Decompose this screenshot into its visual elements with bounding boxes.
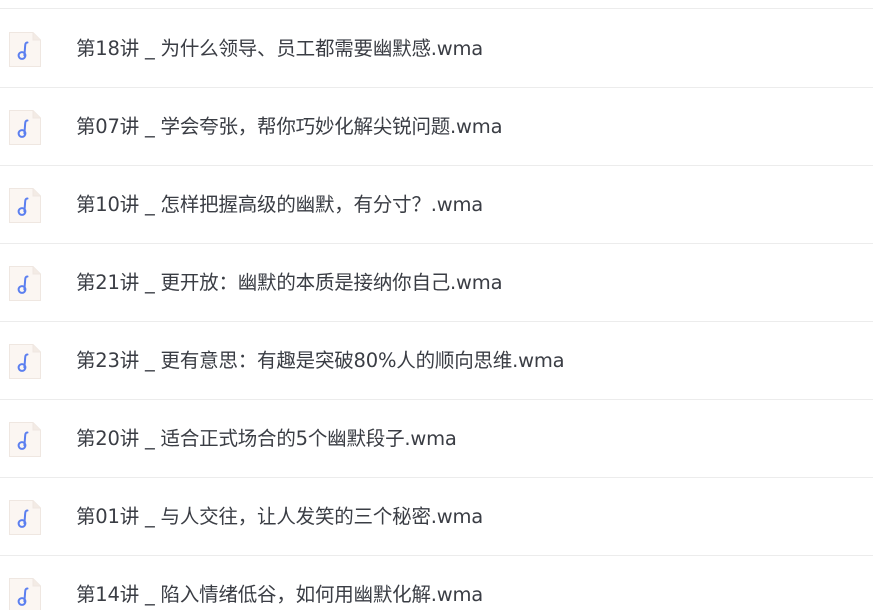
file-name[interactable]: 第10讲 _ 怎样把握高级的幽默，有分寸？.wma xyxy=(76,192,483,218)
audio-file-icon xyxy=(8,343,42,380)
audio-file-icon xyxy=(8,109,42,146)
file-row[interactable]: 第18讲 _ 为什么领导、员工都需要幽默感.wma xyxy=(0,10,873,88)
file-name[interactable]: 第21讲 _ 更开放：幽默的本质是接纳你自己.wma xyxy=(76,270,503,296)
file-row[interactable]: 第10讲 _ 怎样把握高级的幽默，有分寸？.wma xyxy=(0,166,873,244)
top-divider xyxy=(0,8,873,9)
audio-file-icon xyxy=(8,499,42,536)
file-row[interactable]: 第14讲 _ 陷入情绪低谷，如何用幽默化解.wma xyxy=(0,556,873,610)
file-row[interactable]: 第01讲 _ 与人交往，让人发笑的三个秘密.wma xyxy=(0,478,873,556)
audio-file-icon xyxy=(8,31,42,68)
file-name[interactable]: 第18讲 _ 为什么领导、员工都需要幽默感.wma xyxy=(76,36,483,62)
audio-file-icon xyxy=(8,187,42,224)
audio-file-icon xyxy=(8,421,42,458)
file-name[interactable]: 第07讲 _ 学会夸张，帮你巧妙化解尖锐问题.wma xyxy=(76,114,503,140)
file-name[interactable]: 第20讲 _ 适合正式场合的5个幽默段子.wma xyxy=(76,426,457,452)
file-row[interactable]: 第21讲 _ 更开放：幽默的本质是接纳你自己.wma xyxy=(0,244,873,322)
audio-file-icon xyxy=(8,265,42,302)
file-row[interactable]: 第20讲 _ 适合正式场合的5个幽默段子.wma xyxy=(0,400,873,478)
file-row[interactable]: 第23讲 _ 更有意思：有趣是突破80%人的顺向思维.wma xyxy=(0,322,873,400)
audio-file-icon xyxy=(8,577,42,610)
file-name[interactable]: 第14讲 _ 陷入情绪低谷，如何用幽默化解.wma xyxy=(76,582,483,608)
file-name[interactable]: 第23讲 _ 更有意思：有趣是突破80%人的顺向思维.wma xyxy=(76,348,565,374)
file-name[interactable]: 第01讲 _ 与人交往，让人发笑的三个秘密.wma xyxy=(76,504,483,530)
file-row[interactable]: 第07讲 _ 学会夸张，帮你巧妙化解尖锐问题.wma xyxy=(0,88,873,166)
file-list: 第18讲 _ 为什么领导、员工都需要幽默感.wma 第07讲 _ 学会夸张，帮你… xyxy=(0,0,873,610)
